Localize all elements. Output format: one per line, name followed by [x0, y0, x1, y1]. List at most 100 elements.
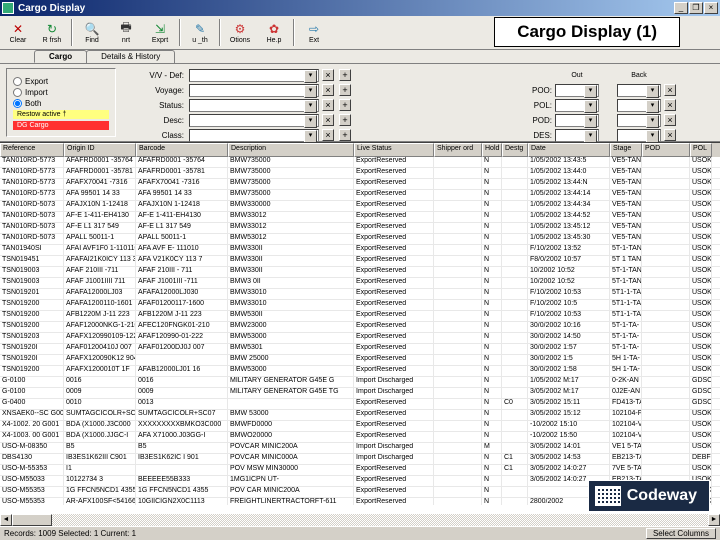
export-button[interactable]: ⇲Exprt	[143, 17, 177, 48]
add-filter-button[interactable]: +	[339, 84, 351, 96]
port-combo[interactable]	[617, 129, 661, 142]
find-button[interactable]: 🔍Find	[75, 17, 109, 48]
exit-button[interactable]: ⇨Ext	[297, 17, 331, 48]
port-clear-button[interactable]: ×	[664, 114, 676, 126]
table-row[interactable]: TAN010RD-5773AFAFX70041 -7316AFAFX70041 …	[0, 179, 720, 190]
port-combo[interactable]	[555, 114, 599, 127]
table-row[interactable]: TSN019200AFAFX1200010T 1FAFAB12000LJ01 1…	[0, 366, 720, 377]
add-filter-button[interactable]: +	[339, 114, 351, 126]
table-row[interactable]: TSN019203AFAFX120990109-1222AFAF120990-0…	[0, 333, 720, 344]
scroll-thumb[interactable]	[12, 514, 52, 526]
radio-input[interactable]	[13, 99, 22, 108]
table-row[interactable]: TAN010RD-5773AFAFRD0001 -35781AFAFRD0001…	[0, 168, 720, 179]
column-header[interactable]: Destg	[502, 143, 528, 157]
options-button[interactable]: ⚙Otions	[223, 17, 257, 48]
toolbar-separator	[179, 19, 181, 46]
column-header[interactable]: Shipper ord	[434, 143, 482, 157]
radio-both[interactable]: Both	[13, 99, 109, 108]
column-header[interactable]: Reference	[0, 143, 64, 157]
table-row[interactable]: TSN019200AFAF12000NKG-1-210AFEC120FNGK01…	[0, 322, 720, 333]
scroll-right-button[interactable]: ►	[708, 514, 720, 526]
table-cell: C1	[502, 465, 528, 475]
add-filter-button[interactable]: +	[339, 99, 351, 111]
table-row[interactable]: TAN010RD-5073APALL 50011-1APALL 50011-1B…	[0, 234, 720, 245]
table-row[interactable]: TSN019003AFAF J1001IIII 711AFAF J1001III…	[0, 278, 720, 289]
tab-cargo[interactable]: Cargo	[34, 50, 87, 63]
port-combo[interactable]	[555, 84, 599, 97]
table-row[interactable]: TAN010RD-5773AFA 99501 14 33AFA 99501 14…	[0, 190, 720, 201]
column-header[interactable]: POL	[690, 143, 712, 157]
column-header[interactable]: Description	[228, 143, 354, 157]
column-header[interactable]: Barcode	[136, 143, 228, 157]
table-row[interactable]: TAN010RD-5773AFAFRD0001 -35764AFAFRD0001…	[0, 157, 720, 168]
grid-body[interactable]: TAN010RD-5773AFAFRD0001 -35764AFAFRD0001…	[0, 157, 720, 505]
tab-details-history[interactable]: Details & History	[86, 50, 175, 63]
table-row[interactable]: TSN01920IAFAFX120090K12 904BMW 25000Expo…	[0, 355, 720, 366]
filter-combo[interactable]	[189, 69, 319, 82]
clear-filter-button[interactable]: ×	[322, 114, 334, 126]
column-header[interactable]: Origin ID	[64, 143, 136, 157]
table-row[interactable]: X4-1002. 20 G001BDA (X1000.J3C000XXXXXXX…	[0, 421, 720, 432]
radio-export[interactable]: Export	[13, 77, 109, 86]
column-header[interactable]: Date	[528, 143, 610, 157]
table-row[interactable]: TSN019003AFAF 210III -711AFAF 210III - 7…	[0, 267, 720, 278]
table-row[interactable]: G-010000160016MILITARY GENERATOR G45E GI…	[0, 377, 720, 388]
add-filter-button[interactable]: +	[339, 69, 351, 81]
refresh-button[interactable]: ↻R frsh	[35, 17, 69, 48]
maximize-button[interactable]: ❐	[689, 2, 703, 14]
table-row[interactable]: TSN01920IAFAF01200410J 007AFAF01200DJ0J …	[0, 344, 720, 355]
select-columns-button[interactable]: Select Columns	[646, 528, 716, 539]
table-cell: VE5-TAN	[610, 223, 642, 233]
port-combo[interactable]	[555, 129, 599, 142]
add-filter-button[interactable]: +	[339, 129, 351, 141]
table-row[interactable]: X4-1003. 00 G001BDA (X1000.JJGC-IAFA X71…	[0, 432, 720, 443]
table-row[interactable]: XNSAEK0--SC G009SUMTAGCICOLR+SC07SUMTAGC…	[0, 410, 720, 421]
filter-combo[interactable]	[189, 129, 319, 142]
port-clear-button[interactable]: ×	[664, 99, 676, 111]
print-button[interactable]: 🖶nrt	[109, 17, 143, 48]
audit-button[interactable]: ✎u _th	[183, 17, 217, 48]
table-cell: AFAF J1001III -711	[136, 278, 228, 288]
table-row[interactable]: USO-M-08350B5B5POVCAR MINIC200AImport Di…	[0, 443, 720, 454]
table-row[interactable]: TAN01940SIAFAI AVF1F0 1-110110AFA AVF E-…	[0, 245, 720, 256]
clear-filter-button[interactable]: ×	[322, 84, 334, 96]
table-row[interactable]: G-040000100013ExportReservedNC03/05/2002…	[0, 399, 720, 410]
port-clear-button[interactable]: ×	[664, 129, 676, 141]
table-row[interactable]: TAN010RD-5073AF-E 1-411-EH4130AF-E 1-411…	[0, 212, 720, 223]
table-row[interactable]: TSN019200AFAFA1200110-1601AFAF01200117-1…	[0, 300, 720, 311]
port-clear-button[interactable]: ×	[664, 84, 676, 96]
table-row[interactable]: TSN019451AFAFAI21K0ICY 113 37AFA V21K0CY…	[0, 256, 720, 267]
clear-button[interactable]: ✕Clear	[1, 17, 35, 48]
horizontal-scrollbar[interactable]: ◄ ►	[0, 514, 720, 526]
filter-combo[interactable]	[189, 84, 319, 97]
table-row[interactable]: G-010000090009MILITARY GENERATOR G45E TG…	[0, 388, 720, 399]
column-header[interactable]: POD	[642, 143, 690, 157]
data-grid[interactable]: ReferenceOrigin IDBarcodeDescriptionLive…	[0, 142, 720, 518]
port-combo[interactable]	[617, 84, 661, 97]
table-row[interactable]: DBS4130IB3ES1K62III C901IB3ES1K62IC I 90…	[0, 454, 720, 465]
close-button[interactable]: ×	[704, 2, 718, 14]
port-combo[interactable]	[617, 114, 661, 127]
table-row[interactable]: TAN010RD-5073AFAJX10N 1-12418AFAJX10N 1-…	[0, 201, 720, 212]
clear-filter-button[interactable]: ×	[322, 99, 334, 111]
table-row[interactable]: TSN019201AFAFA12000LJ03AFAFA12000LJ030BM…	[0, 289, 720, 300]
scroll-track[interactable]	[12, 514, 708, 526]
port-combo[interactable]	[555, 99, 599, 112]
column-header[interactable]: Hold	[482, 143, 502, 157]
radio-input[interactable]	[13, 88, 22, 97]
column-header[interactable]: Live Status	[354, 143, 434, 157]
minimize-button[interactable]: _	[674, 2, 688, 14]
filter-combo[interactable]	[189, 114, 319, 127]
table-row[interactable]: USO-M-55353I1POV MSW MIN30000ExportReser…	[0, 465, 720, 476]
help-button[interactable]: ✿He.p	[257, 17, 291, 48]
clear-filter-button[interactable]: ×	[322, 69, 334, 81]
radio-input[interactable]	[13, 77, 22, 86]
table-row[interactable]: TSN019200AFB1220M J-11 223AFB1220M J-11 …	[0, 311, 720, 322]
port-combo[interactable]	[617, 99, 661, 112]
clear-filter-button[interactable]: ×	[322, 129, 334, 141]
scroll-left-button[interactable]: ◄	[0, 514, 12, 526]
table-row[interactable]: TAN010RD-5073AF-E L1 317 549AF-E L1 317 …	[0, 223, 720, 234]
column-header[interactable]: Stage	[610, 143, 642, 157]
filter-combo[interactable]	[189, 99, 319, 112]
radio-import[interactable]: Import	[13, 88, 109, 97]
